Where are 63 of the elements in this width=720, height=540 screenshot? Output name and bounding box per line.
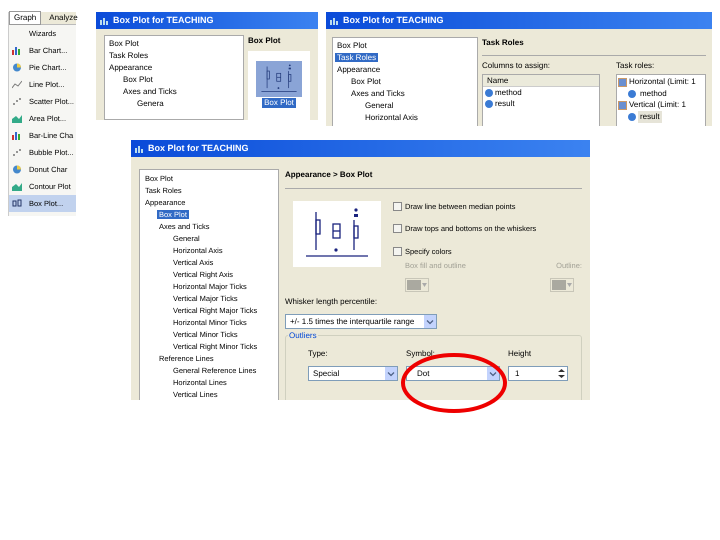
tree-item[interactable]: Task Roles: [107, 51, 150, 60]
assigned-variable[interactable]: result: [638, 110, 662, 122]
menu-tab[interactable]: Analyze: [45, 12, 82, 24]
color-picker[interactable]: [550, 278, 574, 292]
area-chart-icon: [12, 182, 22, 191]
variable-icon: [628, 112, 636, 120]
caret-icon: [422, 283, 427, 287]
checkbox[interactable]: [393, 202, 402, 212]
field-label: Task roles:: [616, 60, 656, 72]
symbol-dropdown[interactable]: Dot: [406, 366, 500, 381]
tree-item[interactable]: Task Roles: [335, 53, 378, 62]
tree-item[interactable]: Horizontal Axis: [363, 113, 420, 122]
role-item[interactable]: Vertical (Limit: 1: [629, 99, 686, 111]
window-title: Box Plot for TEACHING: [343, 14, 444, 27]
field-label: Type:: [308, 348, 329, 360]
field-label: Columns to assign:: [482, 60, 552, 72]
tree-item[interactable]: Axes and Ticks: [349, 89, 407, 98]
checkbox[interactable]: [393, 246, 402, 256]
whisker-dropdown[interactable]: +/- 1.5 times the interquartile range: [285, 314, 437, 329]
caret-icon: [567, 283, 572, 287]
height-spinner[interactable]: 1: [508, 366, 568, 381]
menu-tab[interactable]: Graph: [9, 11, 42, 25]
box-plot-icon: [12, 199, 22, 208]
scatter-plot-icon: [12, 148, 22, 157]
tree-item[interactable]: Axes and Ticks: [121, 87, 179, 96]
bar-chart-icon: [12, 46, 22, 55]
column-header: Name: [483, 75, 599, 87]
section-heading: Appearance > Box Plot: [285, 169, 374, 181]
section-heading: Box Plot: [248, 35, 282, 47]
spinner-arrows-icon: [557, 368, 566, 379]
color-picker[interactable]: [405, 278, 429, 292]
chart-icon: [330, 16, 339, 24]
role-item[interactable]: Horizontal (Limit: 1: [629, 76, 696, 88]
scatter-plot-icon: [12, 97, 22, 106]
window-title: Box Plot for TEACHING: [113, 14, 214, 27]
tree-item[interactable]: Appearance: [107, 63, 154, 72]
role-icon: [618, 78, 627, 86]
chart-icon: [100, 16, 109, 24]
assigned-variable[interactable]: method: [638, 88, 669, 100]
tree-item[interactable]: Box Plot: [107, 39, 141, 48]
tree-item[interactable]: Box Plot: [349, 77, 383, 86]
type-dropdown[interactable]: Special: [308, 366, 398, 381]
tree-item[interactable]: Box Plot: [121, 75, 155, 84]
column-item[interactable]: result: [495, 98, 515, 110]
section-heading: Task Roles: [482, 37, 525, 49]
tree-item[interactable]: Appearance: [335, 65, 382, 74]
tree-item[interactable]: General: [363, 101, 396, 110]
pie-chart-icon: [12, 165, 22, 174]
area-chart-icon: [12, 114, 22, 123]
field-label: Whisker length percentile:: [285, 296, 378, 308]
role-icon: [618, 100, 627, 110]
window-title: Box Plot for TEACHING: [148, 142, 248, 155]
pie-chart-icon: [12, 63, 22, 72]
field-label: Height: [508, 348, 532, 360]
tree-item[interactable]: Box Plot: [335, 41, 369, 50]
variable-icon: [628, 90, 636, 98]
bar-chart-icon: [12, 131, 22, 140]
field-label: Symbol:: [406, 348, 436, 360]
column-item[interactable]: method: [495, 86, 522, 98]
chart-icon: [135, 144, 144, 152]
tree-item[interactable]: Genera: [135, 99, 166, 108]
checkbox[interactable]: [393, 224, 402, 234]
line-chart-icon: [12, 80, 22, 89]
